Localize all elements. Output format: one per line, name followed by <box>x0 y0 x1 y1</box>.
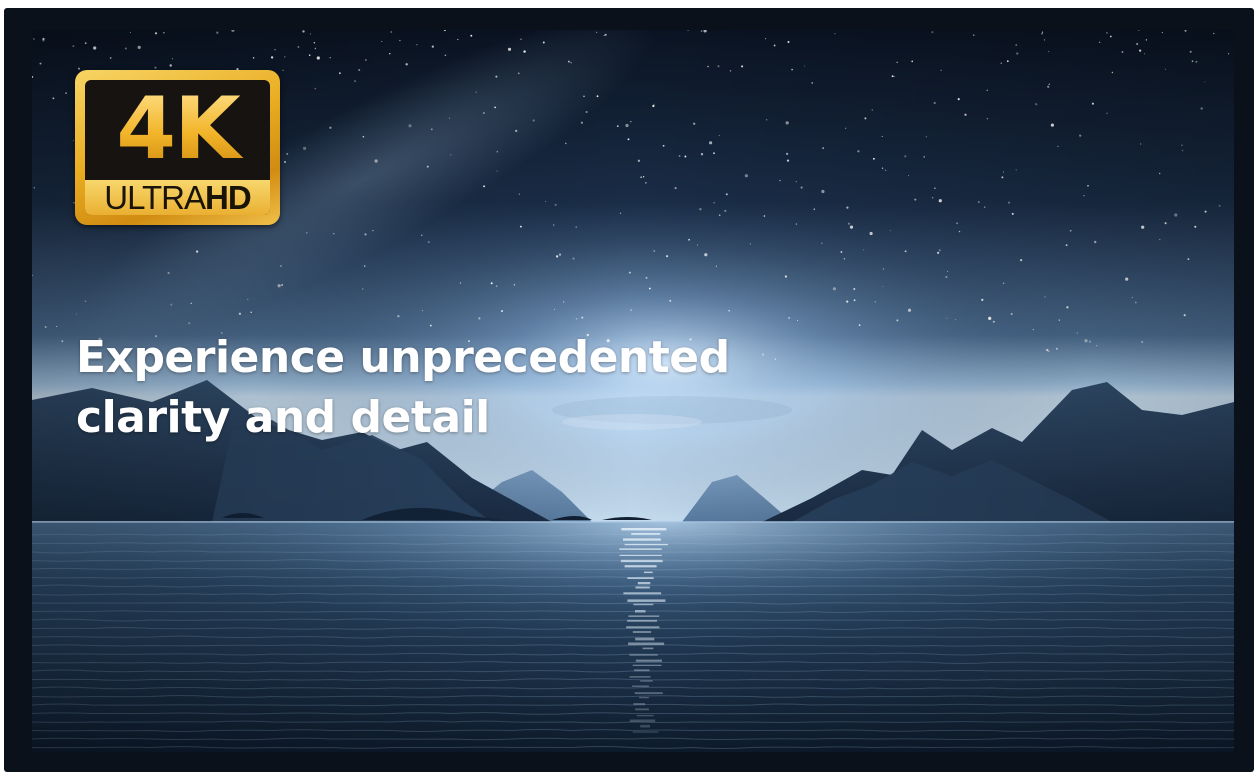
headline-line-2: clarity and detail <box>76 392 490 443</box>
badge-ultra-hd-strip: ULTRAHD <box>85 179 270 216</box>
badge-ultra-text: ULTRA <box>104 179 206 216</box>
badge-inner: 4K ULTRAHD <box>85 80 270 216</box>
headline-line-1: Experience unprecedented <box>76 332 730 383</box>
tv-frame: 4K ULTRAHD Experience unprecedented clar… <box>4 8 1254 772</box>
badge-4k-text: 4K <box>85 86 270 172</box>
headline: Experience unprecedented clarity and det… <box>76 328 836 448</box>
4k-ultra-hd-badge: 4K ULTRAHD <box>75 70 280 225</box>
tv-screen: 4K ULTRAHD Experience unprecedented clar… <box>32 30 1234 752</box>
badge-hd-text: HD <box>205 179 252 216</box>
